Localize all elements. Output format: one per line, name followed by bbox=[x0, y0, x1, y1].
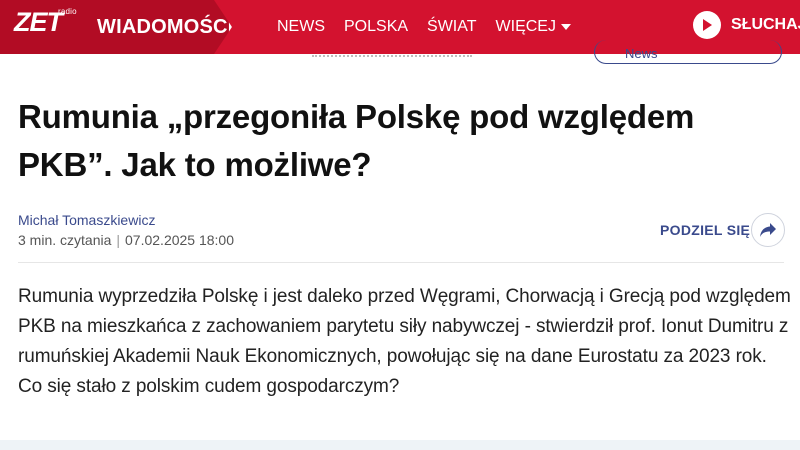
article-meta: 3 min. czytania | 07.02.2025 18:00 bbox=[18, 232, 234, 248]
main-nav: NEWS POLSKA ŚWIAT WIĘCEJ bbox=[277, 19, 590, 35]
bottom-strip bbox=[0, 440, 800, 450]
nav-item-polska[interactable]: POLSKA bbox=[344, 19, 408, 35]
share-button[interactable] bbox=[751, 213, 785, 247]
meta-separator: | bbox=[116, 232, 121, 248]
chevron-down-icon bbox=[560, 24, 571, 30]
read-time: 3 min. czytania bbox=[18, 232, 112, 248]
breadcrumb-peek bbox=[312, 53, 472, 57]
category-pill[interactable]: News bbox=[594, 40, 782, 64]
publish-date: 07.02.2025 18:00 bbox=[125, 232, 235, 248]
category-pill-label: News bbox=[625, 46, 658, 61]
article-title: Rumunia „przegoniła Polskę pod względem … bbox=[18, 98, 695, 183]
share-label[interactable]: PODZIEL SIĘ bbox=[660, 222, 750, 238]
nav-item-wiecej[interactable]: WIĘCEJ bbox=[496, 19, 571, 35]
section-title[interactable]: WIADOMOŚCI bbox=[97, 17, 232, 37]
play-icon bbox=[693, 11, 721, 39]
listen-radio-button[interactable]: SŁUCHAJ R bbox=[693, 11, 800, 39]
divider bbox=[18, 262, 784, 263]
listen-label: SŁUCHAJ R bbox=[731, 16, 800, 33]
nav-item-news[interactable]: NEWS bbox=[277, 19, 325, 35]
article-lead: Rumunia wyprzedziła Polskę i jest daleko… bbox=[18, 286, 791, 397]
logo-subtitle: radio bbox=[58, 7, 77, 16]
share-arrow-icon bbox=[760, 223, 776, 237]
nav-item-wiecej-label: WIĘCEJ bbox=[495, 18, 556, 35]
nav-item-swiat[interactable]: ŚWIAT bbox=[427, 19, 476, 35]
author-link[interactable]: Michał Tomaszkiewicz bbox=[18, 212, 155, 228]
site-logo[interactable]: ZET bbox=[14, 9, 63, 36]
logo-block[interactable]: ZET radio WIADOMOŚCI bbox=[0, 0, 232, 54]
